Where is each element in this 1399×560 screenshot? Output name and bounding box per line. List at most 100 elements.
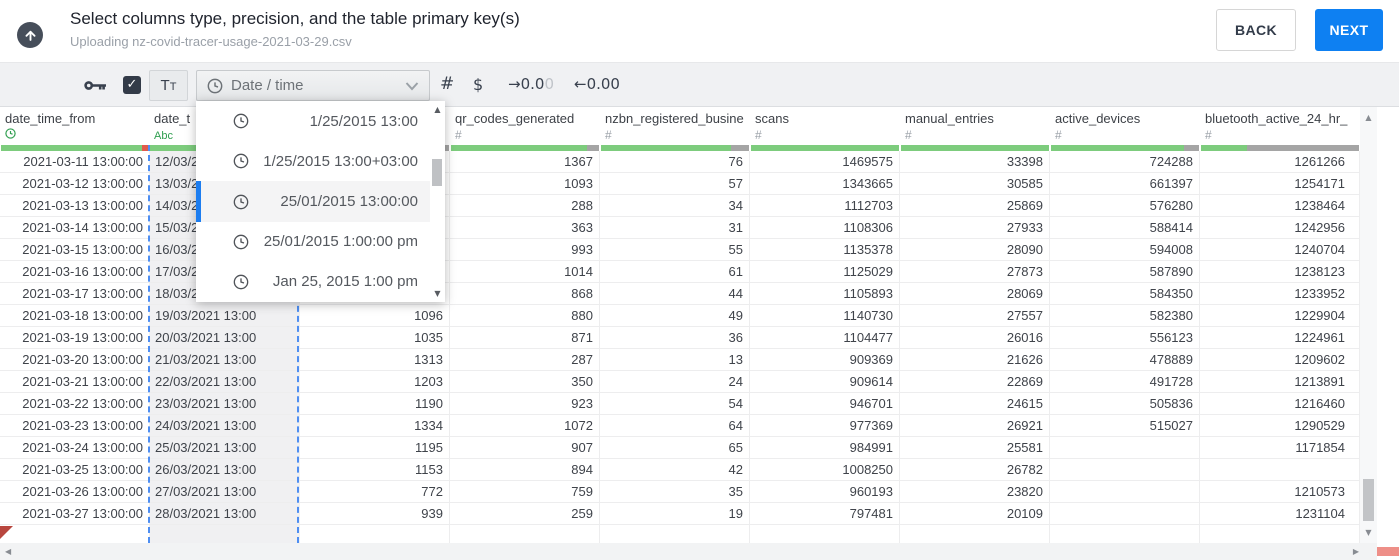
scroll-up-icon[interactable]: ▲ xyxy=(430,105,445,114)
column-header[interactable]: bluetooth_active_24_hr_ # xyxy=(1200,107,1360,145)
table-cell[interactable]: 588414 xyxy=(1050,217,1200,239)
table-cell[interactable]: 28090 xyxy=(900,239,1050,261)
table-cell[interactable]: 1238123 xyxy=(1200,261,1360,283)
table-cell[interactable]: 33398 xyxy=(900,151,1050,173)
dropdown-option[interactable]: 1/25/2015 13:00 xyxy=(196,101,430,141)
scroll-left-icon[interactable]: ◀ xyxy=(5,547,11,556)
table-cell[interactable]: 1224961 xyxy=(1200,327,1360,349)
table-cell[interactable]: 909614 xyxy=(750,371,900,393)
table-cell[interactable]: 288 xyxy=(450,195,600,217)
table-cell[interactable]: 2021-03-11 13:00:00 xyxy=(0,151,149,173)
table-cell[interactable]: 1195 xyxy=(300,437,450,459)
table-cell[interactable]: 2021-03-12 13:00:00 xyxy=(0,173,149,195)
table-cell[interactable]: 1231104 xyxy=(1200,503,1360,525)
table-cell[interactable] xyxy=(1050,459,1200,481)
table-cell[interactable]: 25581 xyxy=(900,437,1050,459)
column-header[interactable]: scans # xyxy=(750,107,900,145)
table-cell[interactable]: 24615 xyxy=(900,393,1050,415)
table-cell[interactable]: 1014 xyxy=(450,261,600,283)
table-cell[interactable]: 594008 xyxy=(1050,239,1200,261)
table-cell[interactable]: 24/03/2021 13:00 xyxy=(149,415,300,437)
table-cell[interactable]: 1135378 xyxy=(750,239,900,261)
table-cell[interactable]: 36 xyxy=(600,327,750,349)
table-cell[interactable]: 977369 xyxy=(750,415,900,437)
table-cell[interactable]: 55 xyxy=(600,239,750,261)
table-cell[interactable] xyxy=(1050,481,1200,503)
scroll-down-icon[interactable]: ▼ xyxy=(1360,528,1377,537)
table-cell[interactable]: 2021-03-24 13:00:00 xyxy=(0,437,149,459)
table-cell[interactable]: 1171854 xyxy=(1200,437,1360,459)
table-cell[interactable]: 587890 xyxy=(1050,261,1200,283)
table-cell[interactable]: 2021-03-17 13:00:00 xyxy=(0,283,149,305)
table-cell[interactable]: 1242956 xyxy=(1200,217,1360,239)
table-cell[interactable]: 64 xyxy=(600,415,750,437)
table-cell[interactable]: 19 xyxy=(600,503,750,525)
table-cell[interactable]: 2021-03-22 13:00:00 xyxy=(0,393,149,415)
table-cell[interactable]: 1334 xyxy=(300,415,450,437)
table-cell[interactable]: 34 xyxy=(600,195,750,217)
table-cell[interactable]: 1469575 xyxy=(750,151,900,173)
table-cell[interactable]: 42 xyxy=(600,459,750,481)
table-cell[interactable]: 1367 xyxy=(450,151,600,173)
table-cell[interactable]: 1096 xyxy=(300,305,450,327)
table-cell[interactable]: 1238464 xyxy=(1200,195,1360,217)
table-cell[interactable]: 2021-03-15 13:00:00 xyxy=(0,239,149,261)
table-cell[interactable]: 1313 xyxy=(300,349,450,371)
table-cell[interactable]: 44 xyxy=(600,283,750,305)
table-cell[interactable]: 22869 xyxy=(900,371,1050,393)
primary-key-icon[interactable] xyxy=(84,79,107,97)
table-cell[interactable]: 1254171 xyxy=(1200,173,1360,195)
table-cell[interactable]: 993 xyxy=(450,239,600,261)
table-cell[interactable]: 35 xyxy=(600,481,750,503)
table-cell[interactable]: 13 xyxy=(600,349,750,371)
vertical-scrollbar-thumb[interactable] xyxy=(1363,479,1374,521)
table-cell[interactable]: 880 xyxy=(450,305,600,327)
dropdown-scrollbar-thumb[interactable] xyxy=(432,159,442,186)
table-cell[interactable]: 363 xyxy=(450,217,600,239)
number-type-button[interactable]: # xyxy=(440,69,454,100)
dropdown-option[interactable]: 25/01/2015 13:00:00 xyxy=(196,181,430,222)
next-button[interactable]: NEXT xyxy=(1315,9,1383,51)
table-cell[interactable]: 2021-03-25 13:00:00 xyxy=(0,459,149,481)
table-cell[interactable]: 556123 xyxy=(1050,327,1200,349)
table-cell[interactable]: 759 xyxy=(450,481,600,503)
table-cell[interactable]: 1216460 xyxy=(1200,393,1360,415)
table-cell[interactable]: 20/03/2021 13:00 xyxy=(149,327,300,349)
table-cell[interactable]: 27933 xyxy=(900,217,1050,239)
table-cell[interactable]: 576280 xyxy=(1050,195,1200,217)
table-cell[interactable]: 1093 xyxy=(450,173,600,195)
table-cell[interactable]: 49 xyxy=(600,305,750,327)
scroll-down-icon[interactable]: ▼ xyxy=(430,289,445,298)
table-cell[interactable]: 1153 xyxy=(300,459,450,481)
column-header[interactable]: date_time_from xyxy=(0,107,149,145)
table-cell[interactable]: 259 xyxy=(450,503,600,525)
table-cell[interactable]: 30585 xyxy=(900,173,1050,195)
table-cell[interactable]: 28069 xyxy=(900,283,1050,305)
table-cell[interactable]: 923 xyxy=(450,393,600,415)
table-cell[interactable] xyxy=(1050,503,1200,525)
dropdown-option[interactable]: 1/25/2015 13:00+03:00 xyxy=(196,141,430,181)
table-cell[interactable]: 1125029 xyxy=(750,261,900,283)
table-cell[interactable]: 2021-03-23 13:00:00 xyxy=(0,415,149,437)
table-cell[interactable]: 984991 xyxy=(750,437,900,459)
table-cell[interactable]: 26016 xyxy=(900,327,1050,349)
table-cell[interactable]: 894 xyxy=(450,459,600,481)
table-cell[interactable] xyxy=(1050,437,1200,459)
dropdown-option[interactable]: Jan 25, 2015 1:00 pm xyxy=(196,262,430,302)
dropdown-scrollbar[interactable]: ▲ ▼ xyxy=(430,101,445,302)
table-cell[interactable]: 21626 xyxy=(900,349,1050,371)
table-cell[interactable]: 54 xyxy=(600,393,750,415)
table-cell[interactable]: 26/03/2021 13:00 xyxy=(149,459,300,481)
table-cell[interactable]: 21/03/2021 13:00 xyxy=(149,349,300,371)
table-cell[interactable]: 26782 xyxy=(900,459,1050,481)
table-cell[interactable]: 584350 xyxy=(1050,283,1200,305)
table-cell[interactable]: 939 xyxy=(300,503,450,525)
table-cell[interactable]: 57 xyxy=(600,173,750,195)
table-cell[interactable]: 946701 xyxy=(750,393,900,415)
currency-type-button[interactable]: $ xyxy=(473,69,483,100)
table-cell[interactable]: 478889 xyxy=(1050,349,1200,371)
table-cell[interactable]: 1209602 xyxy=(1200,349,1360,371)
table-cell[interactable]: 2021-03-21 13:00:00 xyxy=(0,371,149,393)
table-cell[interactable]: 2021-03-20 13:00:00 xyxy=(0,349,149,371)
table-cell[interactable]: 23820 xyxy=(900,481,1050,503)
